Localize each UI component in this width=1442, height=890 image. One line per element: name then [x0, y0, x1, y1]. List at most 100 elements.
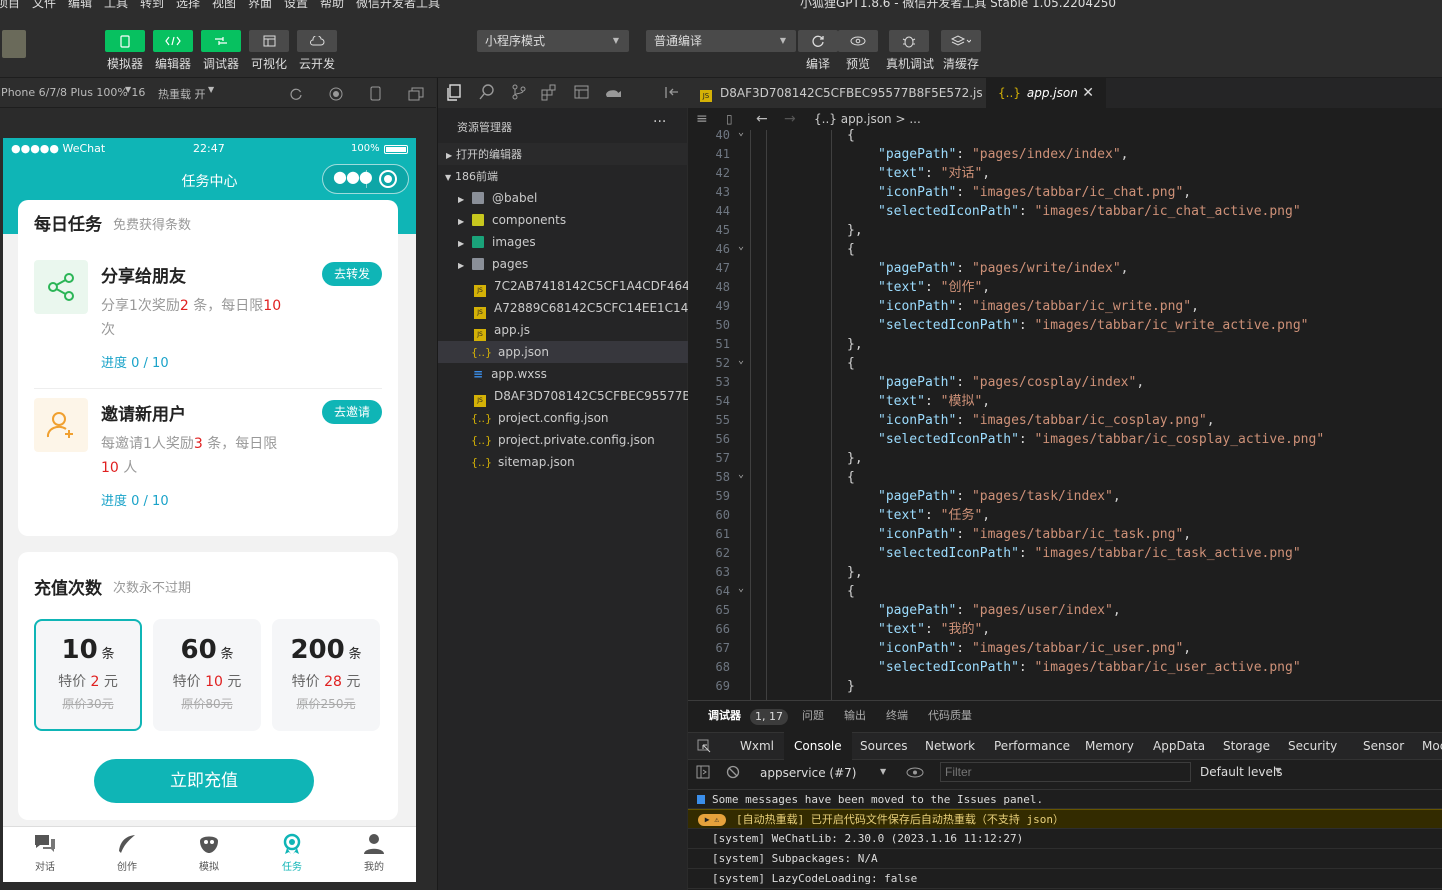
- file-item[interactable]: {..} sitemap.json: [438, 451, 688, 473]
- fold-chevron-icon[interactable]: ⌄: [738, 355, 744, 366]
- file-item[interactable]: {..} project.private.config.json: [438, 429, 688, 451]
- panel-tab-network[interactable]: Network: [925, 732, 975, 760]
- fold-chevron-icon[interactable]: ⌄: [738, 583, 744, 594]
- tab-terminal[interactable]: 终端: [886, 701, 908, 731]
- context-select[interactable]: appservice (#7): [760, 766, 856, 780]
- tab-user[interactable]: 我的: [354, 833, 394, 873]
- compile-select[interactable]: 普通编译 ▼: [646, 30, 796, 52]
- panel-tab-storage[interactable]: Storage: [1223, 732, 1270, 760]
- menu-item[interactable]: 文件: [32, 0, 56, 10]
- inspect-icon[interactable]: [697, 739, 711, 753]
- file-item[interactable]: JS 7C2AB7418142C5CF1A4CDF464...: [438, 275, 688, 297]
- fold-chevron-icon[interactable]: ⌄: [738, 127, 744, 138]
- file-item[interactable]: {..} project.config.json: [438, 407, 688, 429]
- fold-chevron-icon[interactable]: ⌄: [738, 241, 744, 252]
- code-line: "pagePath": "pages/task/index",: [878, 489, 1121, 504]
- console-filter-input[interactable]: [940, 762, 1191, 782]
- menu-item[interactable]: 设置: [284, 0, 308, 10]
- menu-item[interactable]: 项目: [0, 0, 20, 10]
- window-icon[interactable]: [408, 87, 424, 101]
- editor-tab[interactable]: JS D8AF3D708142C5CFBEC95577B8F5E572.js: [688, 78, 986, 108]
- mode-select[interactable]: 小程序模式 ▼: [477, 30, 629, 52]
- devtools-panel: 调试器 1, 17 问题 输出 终端 代码质量 Wxml Console Sou…: [688, 700, 1442, 890]
- tab-code-quality[interactable]: 代码质量: [928, 701, 972, 731]
- cloud-toggle-button[interactable]: [297, 30, 337, 52]
- file-item[interactable]: JS D8AF3D708142C5CFBEC95577B...: [438, 385, 688, 407]
- tab-task[interactable]: 任务: [272, 833, 312, 873]
- debugger-toggle-button[interactable]: [201, 30, 241, 52]
- folder-item[interactable]: ▶ images: [438, 231, 688, 253]
- file-item[interactable]: ≡ app.wxss: [438, 363, 688, 385]
- close-icon[interactable]: ✕: [1082, 78, 1094, 108]
- refresh-icon[interactable]: [289, 87, 303, 101]
- sidebar-toggle-icon[interactable]: [696, 765, 710, 779]
- extensions-icon[interactable]: [541, 84, 558, 101]
- menu-item[interactable]: 编辑: [68, 0, 92, 10]
- file-item[interactable]: JS app.js: [438, 319, 688, 341]
- menu-item[interactable]: 界面: [248, 0, 272, 10]
- forward-arrow-icon[interactable]: →: [784, 108, 796, 130]
- folder-item[interactable]: ▶ pages: [438, 253, 688, 275]
- share-task-button[interactable]: 去转发: [322, 262, 382, 286]
- panel-tab-security[interactable]: Security: [1288, 732, 1337, 760]
- invite-task-button[interactable]: 去邀请: [322, 400, 382, 424]
- panel-tab-performance[interactable]: Performance: [994, 732, 1070, 760]
- menu-item[interactable]: 转到: [140, 0, 164, 10]
- status-time: 22:47: [193, 142, 225, 155]
- panel-tab-console[interactable]: Console: [784, 732, 852, 760]
- panel-tab-sensor[interactable]: Sensor: [1363, 732, 1404, 760]
- menu-item[interactable]: 工具: [104, 0, 128, 10]
- search-icon[interactable]: [479, 84, 495, 100]
- device-select[interactable]: iPhone 6/7/8 Plus 100% 16: [0, 86, 145, 99]
- tab-cosplay[interactable]: 模拟: [189, 833, 229, 873]
- simulator-toggle-button[interactable]: [105, 30, 145, 52]
- panel-tab-memory[interactable]: Memory: [1085, 732, 1134, 760]
- open-editors-section[interactable]: ▶ 打开的编辑器: [438, 143, 688, 165]
- clear-cache-button[interactable]: [941, 30, 981, 52]
- recharge-option[interactable]: 200 条 特价 28 元 原价250元: [272, 619, 380, 731]
- close-miniprogram-icon[interactable]: [379, 170, 397, 188]
- tab-write[interactable]: 创作: [107, 833, 147, 873]
- panel-tab-sources[interactable]: Sources: [860, 732, 907, 760]
- menu-item[interactable]: 帮助: [320, 0, 344, 10]
- back-arrow-icon[interactable]: ←: [756, 108, 768, 130]
- tab-chat[interactable]: 对话: [25, 833, 65, 873]
- visual-toggle-button[interactable]: [249, 30, 289, 52]
- hotreload-select[interactable]: 热重载 开: [158, 86, 206, 102]
- files-icon[interactable]: [446, 84, 462, 101]
- avatar[interactable]: [2, 30, 26, 58]
- fold-chevron-icon[interactable]: ⌄: [738, 469, 744, 480]
- menu-item[interactable]: 选择: [176, 0, 200, 10]
- compile-button[interactable]: [798, 30, 838, 52]
- editor-tab-active[interactable]: {..} app.json ✕: [986, 78, 1106, 108]
- cloud-service-icon[interactable]: [604, 86, 622, 99]
- more-icon[interactable]: ···: [653, 114, 666, 130]
- phone-icon[interactable]: [370, 86, 382, 101]
- preview-icon[interactable]: [574, 85, 590, 100]
- editor-toggle-button[interactable]: [153, 30, 193, 52]
- tab-output[interactable]: 输出: [844, 701, 866, 731]
- tab-debugger[interactable]: 调试器: [708, 701, 741, 731]
- clear-console-icon[interactable]: [726, 765, 740, 779]
- remote-debug-button[interactable]: [889, 30, 929, 52]
- recharge-option[interactable]: 10 条 特价 2 元 原价30元: [34, 619, 142, 731]
- recharge-button[interactable]: 立即充值: [94, 759, 314, 803]
- menu-item[interactable]: 微信开发者工具: [356, 0, 440, 10]
- panel-tab-wxml[interactable]: Wxml: [740, 732, 774, 760]
- file-item[interactable]: {..} app.json: [438, 341, 688, 363]
- project-section[interactable]: ▼ 186前端: [438, 165, 688, 187]
- panel-tab-mock[interactable]: Mock: [1422, 732, 1442, 760]
- stop-icon[interactable]: [329, 87, 343, 101]
- tab-problems[interactable]: 问题: [802, 701, 824, 731]
- eye-icon[interactable]: [906, 767, 924, 778]
- folder-item[interactable]: ▶ components: [438, 209, 688, 231]
- file-item[interactable]: JS A72889C68142C5CFC14EE1C14...: [438, 297, 688, 319]
- git-icon[interactable]: [511, 84, 527, 100]
- recharge-option[interactable]: 60 条 特价 10 元 原价80元: [153, 619, 261, 731]
- panel-tab-appdata[interactable]: AppData: [1153, 732, 1205, 760]
- log-levels-select[interactable]: Default levels: [1200, 765, 1282, 779]
- folder-item[interactable]: ▶ @babel: [438, 187, 688, 209]
- menu-item[interactable]: 视图: [212, 0, 236, 10]
- preview-button[interactable]: [838, 30, 878, 52]
- collapse-panel-icon[interactable]: [665, 86, 679, 99]
